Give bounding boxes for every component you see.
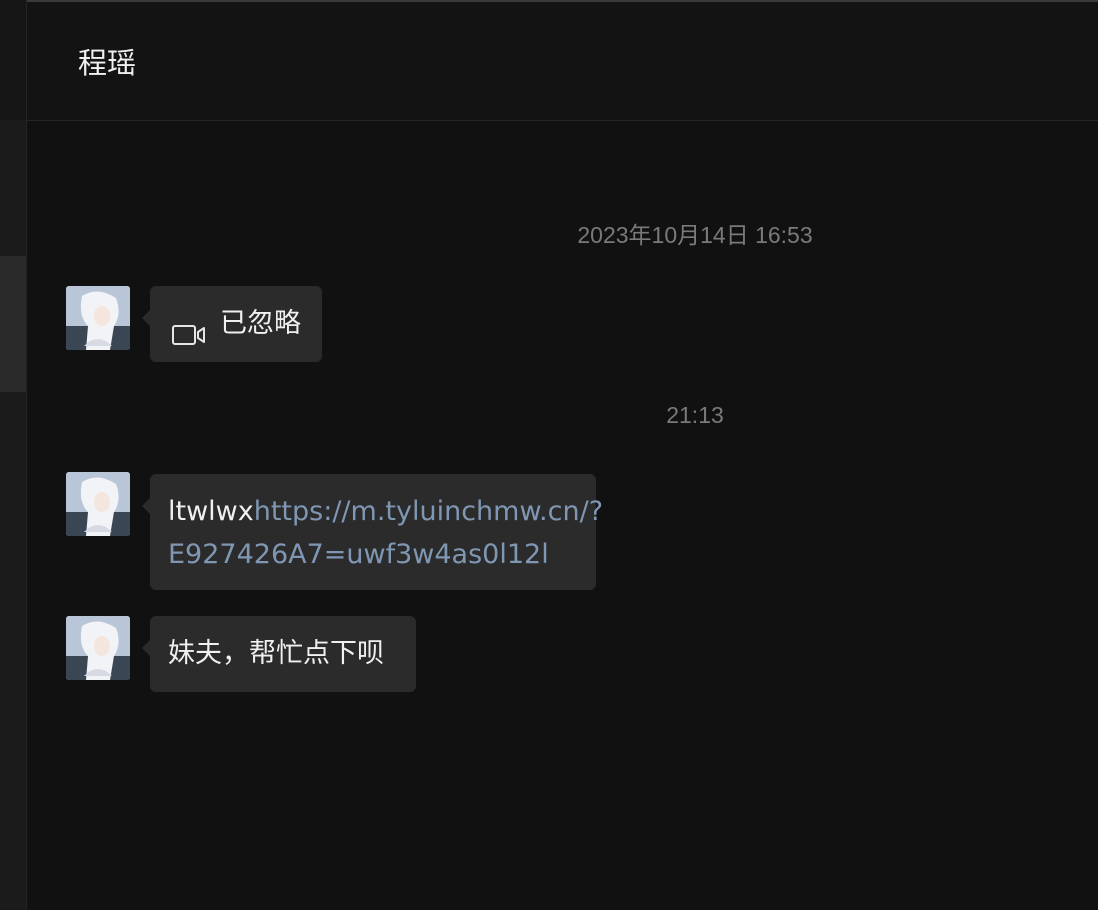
avatar[interactable] — [66, 286, 130, 350]
message-timestamp: 2023年10月14日 16:53 — [577, 222, 813, 248]
conversation-list-edge[interactable] — [0, 0, 27, 910]
call-status-text: 已忽略 — [220, 308, 301, 339]
avatar[interactable] — [66, 472, 130, 536]
avatar[interactable] — [66, 616, 130, 680]
message-link[interactable]: https://m.tyluinchmw.cn/? — [254, 496, 603, 527]
selected-conversation-highlight[interactable] — [0, 256, 26, 392]
message-text: 妹夫，帮忙点下呗 — [168, 638, 384, 669]
link-message-bubble[interactable]: ltwlwxhttps://m.tyluinchmw.cn/? E927426A… — [142, 474, 603, 590]
message-timestamp: 21:13 — [666, 402, 724, 428]
message-link-continued[interactable]: E927426A7=uwf3w4as0l12l — [168, 539, 549, 570]
video-camera-icon — [172, 316, 206, 358]
text-message-bubble[interactable]: 妹夫，帮忙点下呗 — [142, 616, 416, 692]
message-text: ltwlwx — [168, 496, 254, 527]
chat-header: 程瑶 — [27, 2, 1098, 121]
chat-title: 程瑶 — [78, 46, 137, 80]
call-status-bubble[interactable]: 已忽略 — [142, 286, 322, 362]
